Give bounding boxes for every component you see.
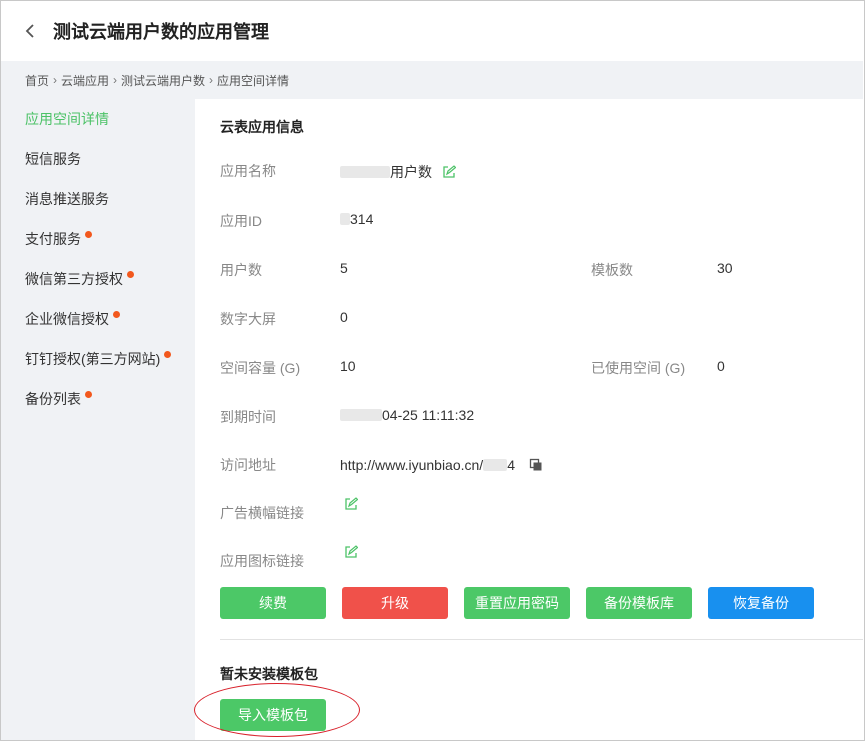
back-button[interactable] <box>23 21 37 41</box>
upgrade-button[interactable]: 升级 <box>342 587 448 619</box>
templates-value: 30 <box>717 260 733 276</box>
app-name-text: 用户数 <box>390 164 432 180</box>
used-space-label: 已使用空间 (G) <box>591 360 686 376</box>
import-package-button[interactable]: 导入模板包 <box>220 699 326 731</box>
breadcrumb: 首页 › 云端应用 › 测试云端用户数 › 应用空间详情 <box>1 61 863 99</box>
banner-link-label: 广告横幅链接 <box>220 505 304 521</box>
templates-label: 模板数 <box>591 262 633 278</box>
sidebar-item-label: 钉钉授权(第三方网站) <box>25 351 161 367</box>
sidebar-item-label: 短信服务 <box>25 151 81 167</box>
sidebar-item-dingtalk-auth[interactable]: 钉钉授权(第三方网站) <box>25 348 172 370</box>
page-header: 测试云端用户数的应用管理 <box>1 1 863 61</box>
users-label: 用户数 <box>220 262 262 278</box>
app-name-label: 应用名称 <box>220 163 276 179</box>
edit-icon[interactable] <box>344 545 358 559</box>
sidebar-item-payment[interactable]: 支付服务 <box>25 228 92 250</box>
screen-value: 0 <box>340 309 348 325</box>
sidebar-item-space-detail[interactable]: 应用空间详情 <box>25 108 109 130</box>
sidebar-item-label: 消息推送服务 <box>25 191 109 207</box>
page-title: 测试云端用户数的应用管理 <box>53 22 269 42</box>
url-tail-text: 4 <box>507 457 515 473</box>
sidebar-item-label: 应用空间详情 <box>25 111 109 127</box>
sidebar-item-label: 微信第三方授权 <box>25 271 123 287</box>
notification-dot <box>164 350 172 358</box>
app-id-value: 314 <box>340 211 373 227</box>
sidebar-item-sms[interactable]: 短信服务 <box>25 148 81 170</box>
breadcrumb-app[interactable]: 测试云端用户数 <box>121 72 205 89</box>
app-name-value: 用户数 <box>340 162 456 182</box>
expire-value: 04-25 11:11:32 <box>340 407 474 423</box>
notification-dot <box>85 390 92 398</box>
screen-label: 数字大屏 <box>220 311 276 327</box>
redacted-text <box>340 213 350 225</box>
sidebar-item-wechat-auth[interactable]: 微信第三方授权 <box>25 268 134 290</box>
reset-password-button[interactable]: 重置应用密码 <box>464 587 570 619</box>
section-title-app-info: 云表应用信息 <box>220 119 304 135</box>
sidebar-item-wecom-auth[interactable]: 企业微信授权 <box>25 308 120 330</box>
restore-backup-button[interactable]: 恢复备份 <box>708 587 814 619</box>
breadcrumb-home[interactable]: 首页 <box>25 72 49 89</box>
redacted-text <box>340 409 382 421</box>
package-title: 暂未安装模板包 <box>220 666 318 682</box>
app-id-label: 应用ID <box>220 213 262 229</box>
breadcrumb-cloud-apps[interactable]: 云端应用 <box>61 72 109 89</box>
breadcrumb-separator: › <box>113 73 118 87</box>
breadcrumb-separator: › <box>209 73 214 87</box>
capacity-label: 空间容量 (G) <box>220 360 301 376</box>
sidebar-item-label: 备份列表 <box>25 391 81 407</box>
url-label: 访问地址 <box>220 457 276 473</box>
users-value: 5 <box>340 260 348 276</box>
notification-dot <box>85 230 92 238</box>
capacity-value: 10 <box>340 358 356 374</box>
notification-dot <box>127 270 134 278</box>
breadcrumb-separator: › <box>53 73 58 87</box>
expire-label: 到期时间 <box>220 409 276 425</box>
sidebar: 应用空间详情 短信服务 消息推送服务 支付服务 微信第三方授权 企业微信授权 钉… <box>1 99 195 740</box>
main-content: 云表应用信息 应用名称 用户数 应用ID 314 用户数 5 模板数 30 数字… <box>195 99 863 740</box>
app-id-text: 314 <box>350 211 374 227</box>
notification-dot <box>113 310 120 318</box>
copy-icon[interactable] <box>529 458 543 472</box>
sidebar-item-push[interactable]: 消息推送服务 <box>25 188 109 210</box>
url-text: http://www.iyunbiao.cn/ <box>340 457 484 473</box>
redacted-text <box>340 166 390 178</box>
sidebar-item-backups[interactable]: 备份列表 <box>25 388 92 410</box>
divider <box>220 639 863 640</box>
url-value: http://www.iyunbiao.cn/ 4 <box>340 457 543 473</box>
chevron-left-icon <box>25 24 34 38</box>
edit-icon[interactable] <box>344 497 358 511</box>
redacted-text <box>483 459 508 471</box>
breadcrumb-current: 应用空间详情 <box>217 73 290 88</box>
renew-button[interactable]: 续费 <box>220 587 326 619</box>
backup-templates-button[interactable]: 备份模板库 <box>586 587 692 619</box>
sidebar-item-label: 企业微信授权 <box>25 311 109 327</box>
sidebar-item-label: 支付服务 <box>25 231 81 247</box>
app-icon-link-label: 应用图标链接 <box>220 553 304 569</box>
expire-text: 04-25 11:11:32 <box>382 407 475 423</box>
edit-icon[interactable] <box>442 165 456 179</box>
used-space-value: 0 <box>717 358 725 374</box>
